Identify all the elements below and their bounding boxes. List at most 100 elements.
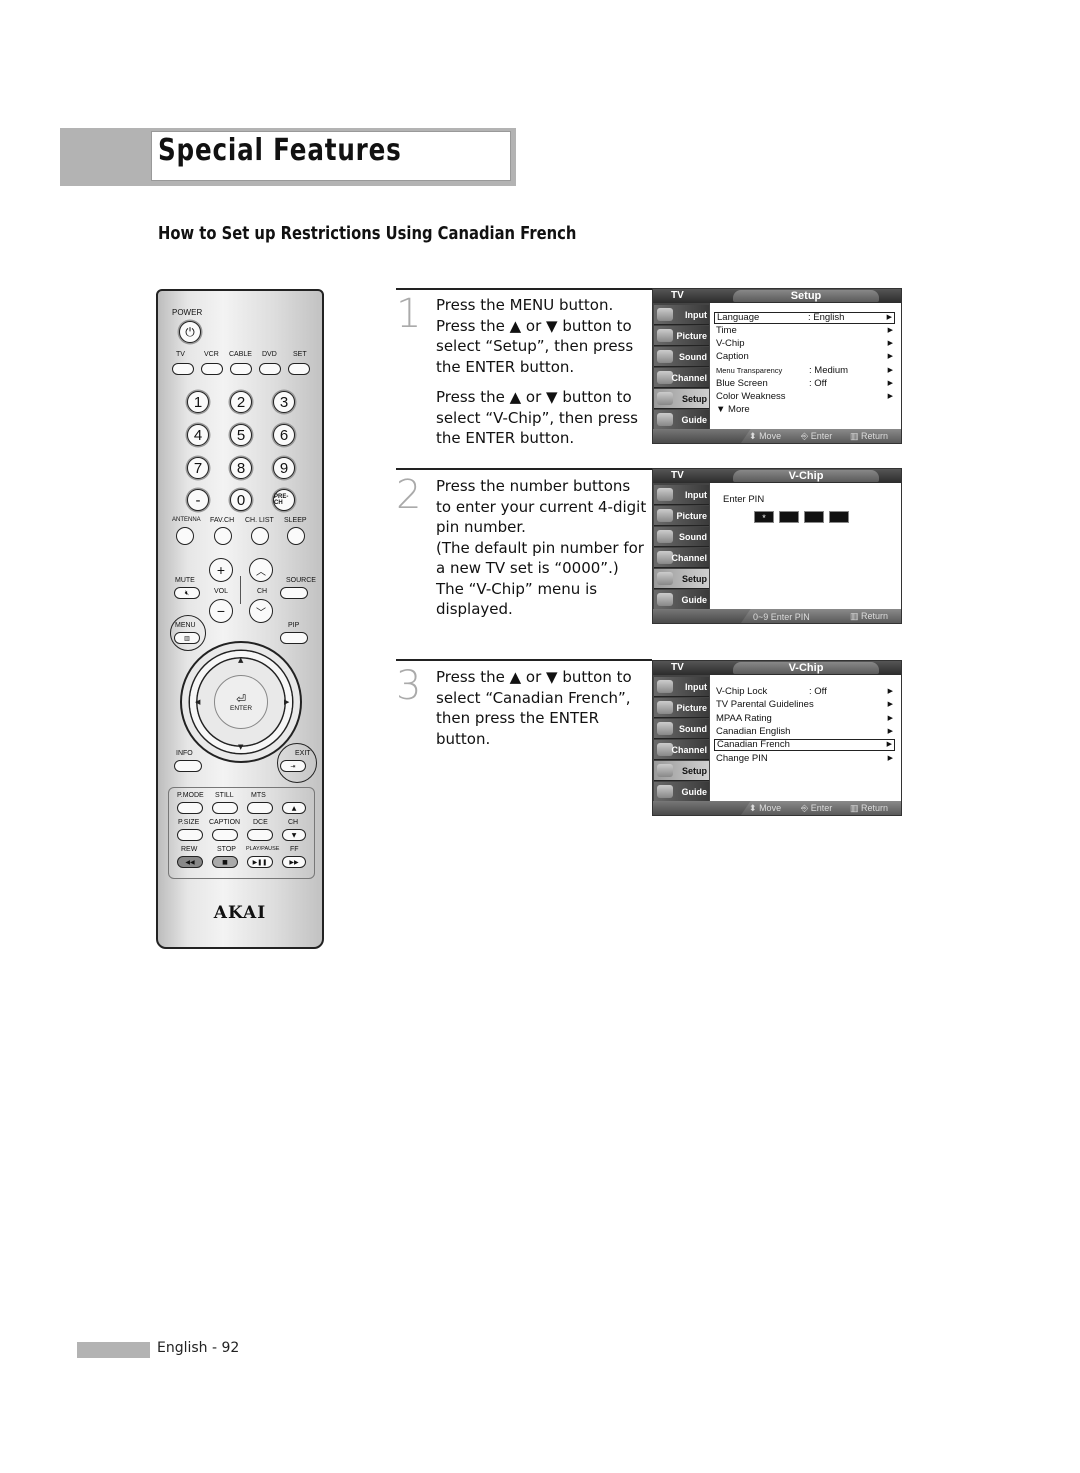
- arrow-right-icon: ▶: [887, 380, 893, 387]
- menu-icon: ▥: [850, 803, 859, 813]
- sleep-button: [287, 527, 305, 545]
- step-2-text: Press the number buttons to enter your c…: [436, 476, 650, 620]
- tv-button: [172, 363, 194, 375]
- enter-icon: ⏎: [235, 691, 247, 706]
- caption-label: CAPTION: [209, 819, 241, 826]
- mute-label: MUTE: [175, 577, 195, 584]
- osd-side-guide: Guide: [654, 590, 709, 610]
- osd-side-setup: Setup: [654, 761, 709, 781]
- playpause-label: PLAY/PAUSE: [246, 846, 280, 852]
- fast-forward-icon: ▶▶: [289, 858, 299, 866]
- ch-label: CH: [257, 588, 268, 595]
- key-pre-ch: PRE-CH: [273, 489, 295, 511]
- osd-side-channel: Channel: [654, 368, 709, 388]
- chevron-down-icon: ﹀: [256, 607, 266, 619]
- menu-row-vchip: V-Chip ▶: [716, 338, 893, 349]
- psize-button: [177, 829, 203, 841]
- osd-pin-screen: TV V-Chip Input Picture Sound Channel Se…: [652, 468, 902, 624]
- key-7: 7: [187, 457, 209, 479]
- osd-menu-body: V-Chip Lock: Off ▶ TV Parental Guidelines…: [710, 675, 901, 803]
- cable-button: [230, 363, 252, 375]
- vcr-label: VCR: [204, 351, 219, 358]
- step-3-text: Press the ▲ or ▼ button to select “Canad…: [436, 667, 651, 749]
- menu-label: MENU: [175, 622, 196, 629]
- caption-button: [212, 829, 238, 841]
- hint-enter: ⎆ Enter: [801, 803, 833, 813]
- playpause-button: ▶❚❚: [247, 856, 273, 868]
- step-3-number: 3: [396, 663, 422, 709]
- remote-control-illustration: POWER ⏻ TV VCR CABLE DVD SET 1 2 3 4 5 6…: [156, 289, 324, 949]
- arrow-down-icon: ▼: [238, 743, 244, 751]
- rew-button: ◀◀: [177, 856, 203, 868]
- mts-button: [247, 802, 273, 814]
- key-2: 2: [230, 391, 252, 413]
- osd-side-picture: Picture: [654, 506, 709, 526]
- chlist-button: [251, 527, 269, 545]
- stop-button: ■: [212, 856, 238, 868]
- input-icon: [657, 488, 673, 501]
- exit-label: EXIT: [295, 750, 311, 757]
- step-1-paragraph-2: Press the ▲ or ▼ button to select “V-Chi…: [436, 388, 638, 447]
- rewind-icon: ◀◀: [185, 858, 195, 866]
- menu-row-blue-screen: Blue Screen: Off ▶: [716, 378, 893, 389]
- ch-up-small-button: ▲: [282, 802, 306, 814]
- source-label: SOURCE: [286, 577, 316, 584]
- favch-label: FAV.CH: [210, 517, 235, 524]
- key-9: 9: [273, 457, 295, 479]
- menu-icon: ▥: [850, 431, 859, 441]
- ch-up-button: ︿: [249, 558, 273, 582]
- ch-down-button: ﹀: [249, 599, 273, 623]
- ch-small-label: CH: [288, 819, 299, 826]
- mute-button: 🔇︎: [174, 587, 200, 599]
- arrow-left-icon: ◀: [195, 698, 201, 706]
- key-4: 4: [187, 424, 209, 446]
- step-1-number: 1: [396, 291, 422, 337]
- arrow-right-icon: ▶: [887, 340, 893, 347]
- brand-logo: AKAI: [213, 903, 267, 923]
- power-icon: ⏻: [185, 324, 195, 339]
- enter-pin-prompt: Enter PIN: [723, 494, 765, 505]
- step-2-divider: [396, 468, 652, 470]
- menu-row-mpaa-rating: MPAA Rating ▶: [716, 713, 893, 724]
- menu-button: ▥: [174, 632, 200, 644]
- osd-sidebar: Input Picture Sound Channel Setup Guide: [653, 483, 710, 611]
- key-0: 0: [230, 489, 252, 511]
- dvd-button: [259, 363, 281, 375]
- exit-button: ⇥: [280, 760, 306, 772]
- mts-label: MTS: [251, 792, 266, 799]
- menu-row-vchip-lock: V-Chip Lock: Off ▶: [716, 686, 893, 697]
- setup-icon: [657, 392, 673, 405]
- step-2-number: 2: [396, 472, 422, 518]
- pin-digit-2: [779, 511, 799, 523]
- power-button: ⏻: [179, 321, 201, 343]
- step-1-paragraph-1: Press the MENU button. Press the ▲ or ▼ …: [436, 296, 634, 376]
- dvd-label: DVD: [262, 351, 277, 358]
- arrow-right-icon: ▶: [887, 728, 893, 735]
- set-button: [288, 363, 310, 375]
- menu-row-canadian-french: Canadian French ▶: [714, 739, 895, 751]
- input-icon: [657, 680, 673, 693]
- play-pause-icon: ▶❚❚: [252, 858, 268, 866]
- osd-bottom-bar: ⬍ Move ⎆ Enter ▥ Return: [653, 429, 901, 443]
- enter-icon: ⎆: [801, 803, 809, 813]
- osd-sidebar: Input Picture Sound Channel Setup Guide: [653, 303, 710, 431]
- menu-row-time: Time ▶: [716, 325, 893, 336]
- osd-vchip-screen: TV V-Chip Input Picture Sound Channel Se…: [652, 660, 902, 816]
- menu-row-change-pin: Change PIN ▶: [716, 753, 893, 764]
- step-3-paragraph-1: Press the ▲ or ▼ button to select “Canad…: [436, 668, 632, 748]
- vol-ch-divider: [240, 576, 241, 604]
- setup-icon: [657, 764, 673, 777]
- psize-label: P.SIZE: [178, 819, 200, 826]
- osd-pin-body: Enter PIN *: [710, 483, 901, 611]
- enter-button: ⏎ ENTER: [214, 675, 268, 729]
- menu-icon: ▥: [850, 611, 859, 621]
- rew-label: REW: [181, 846, 198, 853]
- menu-row-color-weakness: Color Weakness ▶: [716, 391, 893, 402]
- hint-enter: ⎆ Enter: [801, 431, 833, 441]
- osd-menu-body: Language: English ▶ Time ▶ V-Chip ▶ Caption…: [710, 303, 901, 431]
- osd-side-sound: Sound: [654, 347, 709, 367]
- ff-label: FF: [290, 846, 299, 853]
- mute-icon: 🔇︎: [184, 588, 190, 597]
- stop-icon: ■: [222, 858, 228, 866]
- chevron-down-icon: ▼: [291, 831, 297, 839]
